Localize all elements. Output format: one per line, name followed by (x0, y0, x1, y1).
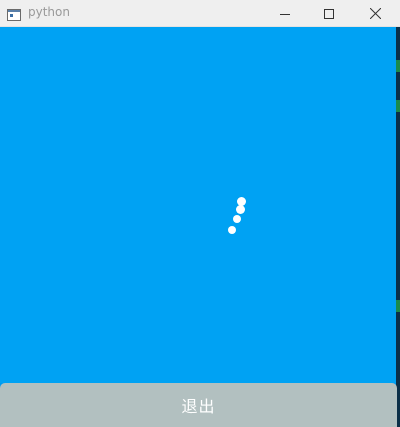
main-content-area (0, 27, 400, 383)
spinner-dot (228, 226, 236, 234)
background-window-mark (396, 300, 400, 312)
quit-button[interactable]: 退出 (0, 383, 397, 427)
maximize-button[interactable] (306, 0, 352, 26)
window-title: python (28, 5, 70, 19)
spinner-dot (236, 205, 245, 214)
title-bar[interactable]: python (0, 0, 400, 27)
minimize-icon (280, 4, 290, 23)
spinner-dot (233, 215, 241, 223)
close-icon (369, 4, 381, 23)
app-window: python 退出 (0, 0, 400, 427)
background-window-edge (396, 27, 400, 427)
close-button[interactable] (352, 0, 398, 26)
background-window-mark (396, 100, 400, 112)
minimize-button[interactable] (262, 0, 308, 26)
background-window-mark (396, 60, 400, 72)
python-app-icon (7, 6, 21, 21)
maximize-icon (324, 4, 334, 23)
spinner-dot (237, 197, 246, 206)
